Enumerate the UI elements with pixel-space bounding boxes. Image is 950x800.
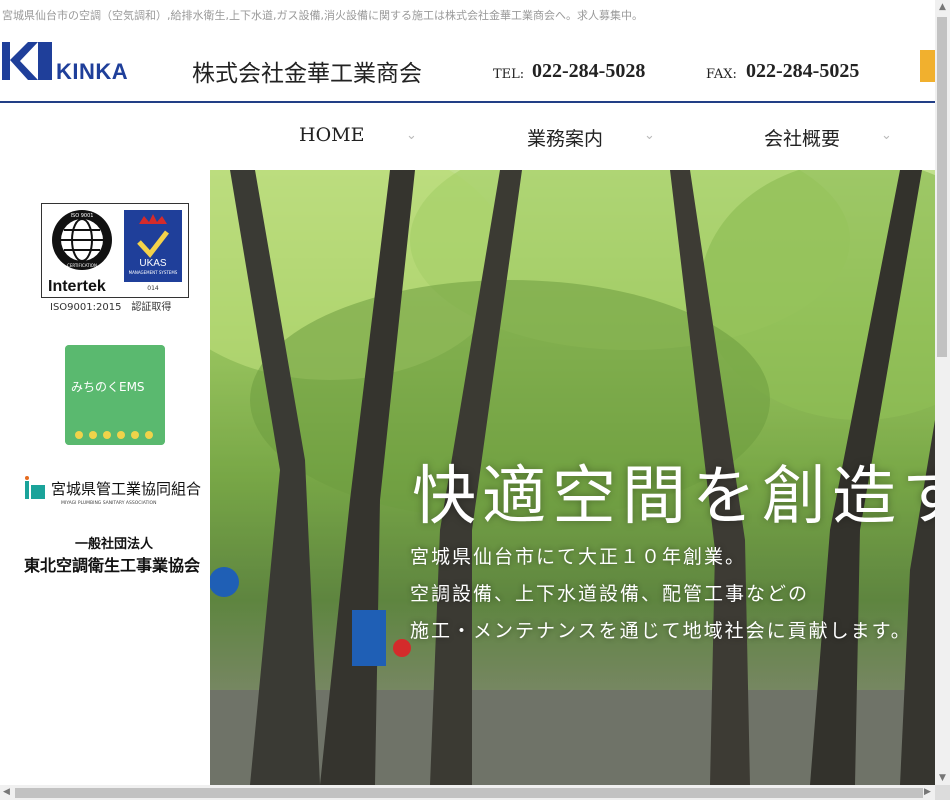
miraku-dot <box>103 431 111 439</box>
ukas-text: UKAS <box>139 258 167 269</box>
nav-company[interactable]: 会社概要 <box>764 124 840 151</box>
iso-certification-badge[interactable]: ISO 9001 CERTIFICATION Intertek UKAS MAN… <box>41 203 189 298</box>
iso-ring-top: ISO 9001 <box>71 213 94 219</box>
hero-line-1: 宮城県仙台市にて大正１０年創業。 <box>410 546 747 568</box>
scroll-right-icon[interactable]: ▶ <box>924 787 931 797</box>
iso-caption: ISO9001:2015 認証取得 <box>50 302 172 313</box>
fax-label: FAX: <box>706 67 737 82</box>
kyokai1-name: 宮城県管工業協同組合 <box>51 480 201 498</box>
no-parking-sign-icon <box>393 639 411 657</box>
horizontal-scroll-thumb[interactable] <box>15 788 923 798</box>
ukas-sub: MANAGEMENT SYSTEMS <box>129 270 178 275</box>
miraku-dot <box>75 431 83 439</box>
hero-line-3: 施工・メンテナンスを通じて地域社会に貢献します。 <box>410 620 912 642</box>
scroll-up-icon[interactable]: ▲ <box>939 2 946 12</box>
scrollbar-corner <box>935 785 950 800</box>
miraku-dot <box>145 431 153 439</box>
im-mark-dot <box>25 476 29 480</box>
logo-bar-3 <box>46 42 52 80</box>
miraku-text: みちのくEMS <box>71 380 145 394</box>
miraku-dot <box>131 431 139 439</box>
tel-label: TEL: <box>493 67 525 82</box>
miraku-dot <box>89 431 97 439</box>
header-divider <box>0 101 935 103</box>
im-mark-m <box>31 485 45 499</box>
miyagi-plumbing-association-logo[interactable]: 宮城県管工業協同組合 MIYAGI PLUMBING SANITARY ASSO… <box>23 476 208 506</box>
hero-line-2: 空調設備、上下水道設備、配管工事などの <box>410 583 810 605</box>
tohoku-association-name[interactable]: 東北空調衛生工事業協会 <box>24 552 200 576</box>
logo-bar-1 <box>2 42 10 80</box>
ukas-num: 014 <box>147 285 159 292</box>
scroll-left-icon[interactable]: ◀ <box>3 787 10 797</box>
blue-sign-icon <box>352 610 386 666</box>
logo-bar-2 <box>38 42 46 80</box>
miraku-dot <box>117 431 125 439</box>
kyokai1-sub: MIYAGI PLUMBING SANITARY ASSOCIATION <box>61 500 156 506</box>
tohoku-association-prefix[interactable]: 一般社団法人 <box>75 533 153 552</box>
hero-title: 快適空間を創造す <box>412 460 935 534</box>
chevron-down-icon: ⌄ <box>881 128 892 143</box>
im-mark-i <box>25 481 29 499</box>
traffic-sign-icon <box>210 567 239 597</box>
contact-tab[interactable] <box>920 50 935 82</box>
miraku-bg <box>65 345 165 445</box>
scroll-down-icon[interactable]: ▼ <box>939 773 946 783</box>
logo-text: KINKA <box>56 59 129 84</box>
chevron-down-icon: ⌄ <box>644 128 655 143</box>
chevron-down-icon: ⌄ <box>406 128 417 143</box>
vertical-scroll-thumb[interactable] <box>937 17 947 357</box>
michinoku-ems-badge[interactable]: みちのくEMS <box>65 345 165 445</box>
logo-k-arm <box>10 42 38 80</box>
site-tagline: 宮城県仙台市の空調（空気調和）,給排水衛生,上下水道,ガス設備,消火設備に関する… <box>2 9 643 22</box>
tel-number[interactable]: 022-284-5028 <box>532 60 645 83</box>
nav-services[interactable]: 業務案内 <box>527 124 603 151</box>
fax-number: 022-284-5025 <box>746 60 860 82</box>
hero-banner: 快適空間を創造す 宮城県仙台市にて大正１０年創業。 空調設備、上下水道設備、配管… <box>210 170 935 785</box>
iso-ring-bottom: CERTIFICATION <box>67 263 97 268</box>
iso-brand-text: Intertek <box>48 278 106 295</box>
company-name: 株式会社金華工業商会 <box>192 61 422 87</box>
nav-home[interactable]: HOME <box>299 124 364 146</box>
